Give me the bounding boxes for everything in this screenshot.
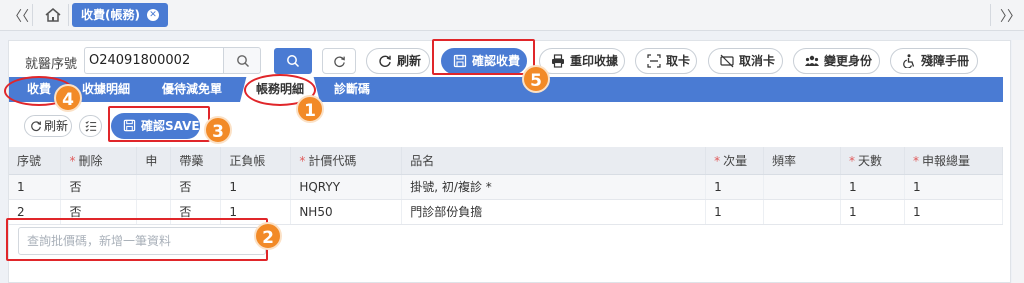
divider: [32, 4, 33, 26]
close-icon[interactable]: ✕: [147, 9, 159, 21]
annotation-badge: 3: [204, 116, 232, 144]
table-row[interactable]: 1 否 否 1 HQRYY 掛號, 初/複診 * 1 1 1: [9, 174, 1004, 200]
table-refresh-button[interactable]: 刷新: [24, 115, 72, 137]
top-tab-bar: 〈〈 收費(帳務) ✕ 〉〉: [0, 0, 1024, 31]
account-detail-table: 序號 * 刪除 申 帶藥 正負帳 * 計價代碼 品名 * 次量 頻率 * 天數 * 申報總…: [9, 147, 1004, 225]
checklist-button[interactable]: [79, 115, 102, 137]
annotation-highlight: [6, 218, 268, 261]
home-icon[interactable]: [44, 6, 62, 24]
accessibility-icon: [903, 54, 915, 68]
table-header-row: 序號 * 刪除 申 帶藥 正負帳 * 計價代碼 品名 * 次量 頻率 * 天數 * 申報總…: [9, 147, 1004, 175]
cell-item-name: 門診部份負擔: [401, 199, 707, 225]
cell-days[interactable]: 1: [840, 174, 905, 200]
disability-manual-button[interactable]: 殘障手冊: [890, 48, 978, 74]
column-header-positive-account[interactable]: 正負帳: [220, 147, 292, 175]
visit-number-input[interactable]: O24091800002: [84, 47, 224, 74]
divider: [68, 4, 69, 26]
take-card-button[interactable]: 取卡: [635, 48, 697, 74]
column-header-price-code[interactable]: * 計價代碼: [290, 147, 403, 175]
visit-search-button[interactable]: [223, 47, 261, 74]
cell-quantity[interactable]: 1: [705, 174, 765, 200]
column-header-item-name[interactable]: 品名: [401, 147, 707, 175]
cell-price-code[interactable]: NH50: [290, 199, 403, 225]
refresh-icon: [31, 121, 41, 132]
table-refresh-label: 刷新: [44, 119, 69, 133]
cell-apply[interactable]: [136, 174, 172, 200]
cell-price-code[interactable]: HQRYY: [290, 174, 403, 200]
column-header-days[interactable]: * 天數: [840, 147, 905, 175]
change-identity-label: 變更身份: [824, 54, 873, 68]
cell-take-med[interactable]: 否: [170, 174, 222, 200]
tab-receipt-detail[interactable]: 收據明細: [82, 77, 130, 102]
tab-charge-account[interactable]: 收費(帳務) ✕: [72, 3, 168, 27]
visit-number-label: 就醫序號: [25, 57, 78, 72]
cancel-card-label: 取消卡: [739, 54, 776, 68]
column-header-seq[interactable]: 序號: [9, 147, 62, 175]
search-icon: [287, 55, 300, 68]
users-icon: [805, 55, 819, 66]
cell-days[interactable]: 1: [840, 199, 905, 225]
cell-seq: 1: [9, 174, 62, 200]
column-header-take-med[interactable]: 帶藥: [170, 147, 222, 175]
cell-total[interactable]: 1: [904, 174, 1004, 200]
scroll-left-icon[interactable]: 〈〈: [8, 6, 29, 26]
tab-discount[interactable]: 優待減免單: [162, 77, 222, 102]
annotation-badge: 2: [254, 222, 282, 250]
cell-total[interactable]: 1: [904, 199, 1004, 225]
reprint-receipt-label: 重印收據: [570, 54, 619, 68]
card-cancel-icon: [720, 54, 734, 68]
annotation-highlight: [108, 106, 210, 142]
column-header-apply[interactable]: 申: [136, 147, 172, 175]
cell-frequency[interactable]: [763, 174, 841, 200]
card-reader-icon: [647, 54, 661, 68]
cell-quantity[interactable]: 1: [705, 199, 765, 225]
column-header-quantity[interactable]: * 次量: [705, 147, 765, 175]
reset-button[interactable]: [322, 48, 356, 74]
cell-frequency[interactable]: [763, 199, 841, 225]
take-card-label: 取卡: [666, 54, 691, 68]
disability-manual-label: 殘障手冊: [921, 54, 970, 68]
sub-tab-strip: 收費 收據明細 優待減免單 診斷碼: [9, 77, 1003, 102]
column-header-frequency[interactable]: 頻率: [763, 147, 841, 175]
column-header-total[interactable]: * 申報總量: [904, 147, 1004, 175]
printer-icon: [552, 54, 564, 68]
page-scroll-area: [1012, 40, 1024, 283]
reprint-receipt-button[interactable]: 重印收據: [539, 48, 625, 74]
reload-icon: [334, 56, 345, 68]
refresh-button[interactable]: 刷新: [366, 48, 430, 74]
cell-delete[interactable]: 否: [60, 174, 138, 200]
annotation-badge: 5: [522, 65, 550, 93]
refresh-icon: [379, 55, 391, 67]
change-identity-button[interactable]: 變更身份: [793, 48, 880, 74]
cell-positive-account[interactable]: 1: [220, 174, 292, 200]
divider: [990, 4, 991, 26]
refresh-button-label: 刷新: [397, 54, 422, 68]
annotation-badge: 1: [296, 95, 324, 123]
scroll-right-icon[interactable]: 〉〉: [1000, 6, 1021, 26]
tab-diagnosis-code[interactable]: 診斷碼: [334, 77, 370, 102]
tab-label: 收費(帳務): [81, 8, 140, 22]
cell-item-name: 掛號, 初/複診 *: [401, 174, 707, 200]
cancel-card-button[interactable]: 取消卡: [708, 48, 783, 74]
query-button[interactable]: [274, 48, 312, 74]
annotation-badge: 4: [54, 84, 82, 112]
checklist-icon: [85, 120, 97, 132]
search-icon: [237, 55, 249, 67]
column-header-delete[interactable]: * 刪除: [60, 147, 138, 175]
annotation-highlight: [432, 39, 535, 75]
